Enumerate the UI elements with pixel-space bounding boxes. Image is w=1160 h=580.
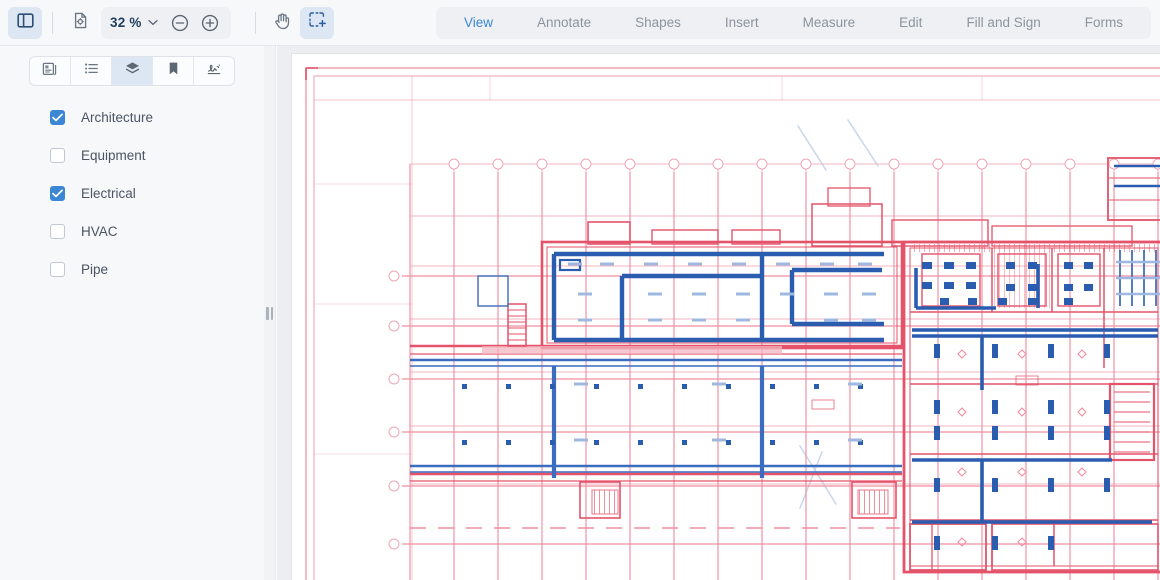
layers-stack-icon: [124, 60, 141, 82]
layer-row-electrical[interactable]: Electrical: [0, 174, 264, 212]
grid-bubbles-left: [388, 270, 400, 550]
layer-row-hvac[interactable]: HVAC: [0, 212, 264, 250]
toolbar-divider-1: [52, 11, 53, 34]
layer-row-architecture[interactable]: Architecture: [0, 98, 264, 136]
marquee-select-plus-icon: [307, 10, 327, 35]
sidebar-tab-signatures[interactable]: [194, 57, 234, 85]
toggle-sidebar-button[interactable]: [8, 6, 42, 39]
layer-checkbox-architecture[interactable]: [50, 109, 65, 125]
pdf-page[interactable]: [292, 54, 1160, 580]
left-sidebar: Architecture Equipment Electrical HVAC P…: [0, 46, 276, 580]
layer-row-pipe[interactable]: Pipe: [0, 250, 264, 288]
floor-plan-drawing: [305, 67, 1160, 580]
pages-thumbnail-icon: [42, 60, 59, 82]
sidebar-tab-layers[interactable]: [112, 57, 153, 85]
layer-checkbox-equipment[interactable]: [50, 147, 65, 163]
layer-label-architecture: Architecture: [81, 109, 154, 125]
tab-forms[interactable]: Forms: [1063, 7, 1145, 39]
layer-row-equipment[interactable]: Equipment: [0, 136, 264, 174]
layer-label-pipe: Pipe: [81, 261, 109, 277]
document-properties-button[interactable]: [63, 7, 97, 39]
sidebar-tab-bookmarks[interactable]: [153, 57, 194, 85]
zoom-level-value[interactable]: 32 %: [107, 15, 145, 30]
layer-label-electrical: Electrical: [81, 185, 136, 201]
chevron-down-icon[interactable]: [147, 19, 158, 26]
document-gear-icon: [71, 11, 90, 35]
hand-icon: [272, 10, 293, 36]
architecture-layer: [410, 187, 1160, 574]
sidebar-splitter[interactable]: [264, 46, 276, 580]
layer-label-equipment: Equipment: [81, 147, 146, 163]
sidebar-tab-group: [29, 56, 235, 86]
pdf-viewer-app: 32 % View Annotate Shapes Insert Measure…: [0, 0, 1160, 580]
layer-checkbox-hvac[interactable]: [50, 223, 65, 239]
list-outline-icon: [83, 60, 100, 82]
tab-insert[interactable]: Insert: [703, 7, 781, 39]
tab-annotate[interactable]: Annotate: [515, 7, 613, 39]
sidebar-tab-outline[interactable]: [71, 57, 112, 85]
tab-edit[interactable]: Edit: [877, 7, 944, 39]
layer-checkbox-pipe[interactable]: [50, 261, 65, 277]
select-tool-button[interactable]: [299, 6, 334, 39]
splitter-grip-icon: [266, 306, 273, 320]
toolbar-divider-2: [254, 11, 256, 34]
electrical-layer: [410, 157, 1160, 550]
layer-checkbox-electrical[interactable]: [50, 185, 65, 201]
sidebar-panel-icon: [16, 11, 35, 35]
layer-list: Architecture Equipment Electrical HVAC P…: [0, 98, 264, 288]
zoom-controls: 32 %: [101, 6, 231, 39]
tab-view[interactable]: View: [442, 7, 515, 39]
hand-tool-button[interactable]: [266, 7, 300, 39]
sidebar-tab-thumbnails[interactable]: [30, 57, 71, 85]
top-toolbar: 32 % View Annotate Shapes Insert Measure…: [0, 0, 1160, 46]
zoom-in-button[interactable]: [195, 8, 225, 38]
tab-measure[interactable]: Measure: [781, 7, 878, 39]
document-canvas[interactable]: [277, 46, 1160, 580]
tab-fill-and-sign[interactable]: Fill and Sign: [944, 7, 1062, 39]
bookmark-icon: [165, 60, 182, 82]
layer-label-hvac: HVAC: [81, 223, 118, 239]
ribbon-tabs: View Annotate Shapes Insert Measure Edit…: [436, 7, 1151, 39]
main-body: Architecture Equipment Electrical HVAC P…: [0, 46, 1160, 580]
signature-icon: [205, 60, 224, 82]
tab-shapes[interactable]: Shapes: [613, 7, 703, 39]
zoom-out-button[interactable]: [165, 8, 195, 38]
